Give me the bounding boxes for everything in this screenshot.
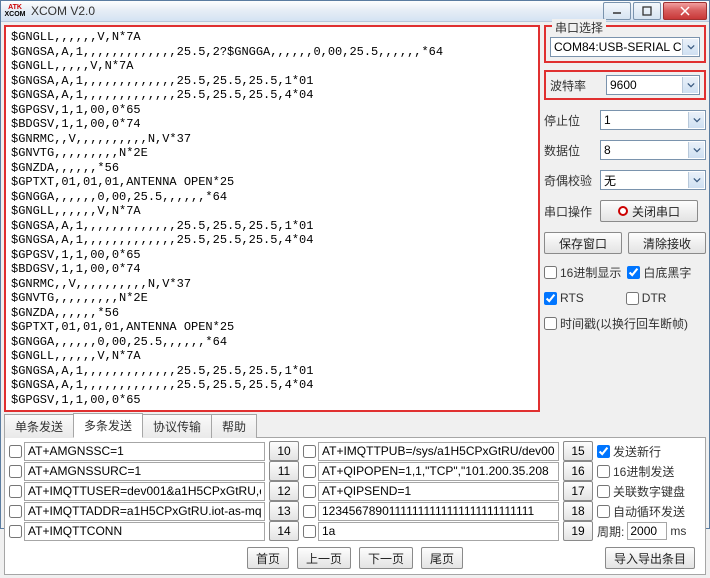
- multi-send-panel: 1015发送新行111616进制发送1217关联数字键盘1318自动循环发送14…: [4, 437, 706, 575]
- row-check-b[interactable]: [303, 465, 316, 478]
- send-num-b[interactable]: 19: [563, 521, 593, 541]
- clear-recv-button[interactable]: 清除接收: [628, 232, 706, 254]
- row-check-a[interactable]: [9, 525, 22, 538]
- send-text-a[interactable]: [24, 462, 265, 481]
- port-select[interactable]: COM84:USB-SERIAL CH34: [550, 37, 700, 57]
- row-check-a[interactable]: [9, 445, 22, 458]
- import-export-button[interactable]: 导入导出条目: [605, 547, 695, 569]
- tab-help[interactable]: 帮助: [211, 414, 257, 438]
- send-num-b[interactable]: 15: [563, 441, 593, 461]
- period-box: 周期: ms: [597, 522, 701, 540]
- chevron-down-icon: [688, 172, 704, 188]
- last-page-button[interactable]: 尾页: [421, 547, 463, 569]
- row-check-b[interactable]: [303, 485, 316, 498]
- dtr-check[interactable]: DTR: [626, 291, 667, 305]
- window-title: XCOM V2.0: [31, 4, 603, 18]
- row-check-a[interactable]: [9, 505, 22, 518]
- databit-select[interactable]: 8: [600, 140, 706, 160]
- send-num-b[interactable]: 16: [563, 461, 593, 481]
- tab-multi[interactable]: 多条发送: [73, 413, 143, 438]
- close-button[interactable]: [663, 2, 707, 20]
- record-icon: [618, 206, 628, 216]
- send-text-a[interactable]: [24, 442, 265, 461]
- row-check-b[interactable]: [303, 525, 316, 538]
- tab-single[interactable]: 单条发送: [4, 414, 74, 438]
- send-row: 11 1616进制发送: [9, 461, 701, 481]
- bottom-bar: 首页 上一页 下一页 尾页 导入导出条目: [9, 543, 701, 571]
- maximize-button[interactable]: [633, 2, 661, 20]
- next-page-button[interactable]: 下一页: [359, 547, 413, 569]
- side-panel: 串口选择 COM84:USB-SERIAL CH34 波特率 9600 停止位1…: [544, 25, 706, 412]
- send-row: 14 19周期: ms: [9, 521, 701, 541]
- row-check-a[interactable]: [9, 465, 22, 478]
- send-num-a[interactable]: 13: [269, 501, 299, 521]
- send-row: 13 18自动循环发送: [9, 501, 701, 521]
- send-row: 12 17关联数字键盘: [9, 481, 701, 501]
- send-num-a[interactable]: 10: [269, 441, 299, 461]
- stopbit-select[interactable]: 1: [600, 110, 706, 130]
- rts-check[interactable]: RTS: [544, 291, 584, 305]
- port-toggle-button[interactable]: 关闭串口: [600, 200, 698, 222]
- send-text-b[interactable]: [318, 462, 559, 481]
- right-check-0[interactable]: 发送新行: [597, 443, 701, 460]
- row-check-b[interactable]: [303, 505, 316, 518]
- period-input[interactable]: [627, 522, 667, 540]
- app-window: ATKXCOM XCOM V2.0 $GNGLL,,,,,,V,N*7A $GN…: [0, 0, 710, 529]
- send-text-b[interactable]: [318, 522, 559, 541]
- send-tabs: 单条发送 多条发送 协议传输 帮助: [4, 415, 706, 437]
- send-num-a[interactable]: 14: [269, 521, 299, 541]
- timestamp-check[interactable]: 时间戳(以换行回车断帧): [544, 315, 688, 332]
- minimize-button[interactable]: [603, 2, 631, 20]
- parity-select[interactable]: 无: [600, 170, 706, 190]
- send-text-b[interactable]: [318, 502, 559, 521]
- chevron-down-icon: [682, 39, 698, 55]
- baud-row: 波特率 9600: [544, 70, 706, 100]
- save-window-button[interactable]: 保存窗口: [544, 232, 622, 254]
- first-page-button[interactable]: 首页: [247, 547, 289, 569]
- tab-protocol[interactable]: 协议传输: [142, 414, 212, 438]
- receive-log[interactable]: $GNGLL,,,,,,V,N*7A $GNGSA,A,1,,,,,,,,,,,…: [4, 25, 540, 412]
- app-logo: ATKXCOM: [3, 1, 27, 21]
- send-num-a[interactable]: 11: [269, 461, 299, 481]
- send-num-b[interactable]: 18: [563, 501, 593, 521]
- chevron-down-icon: [688, 142, 704, 158]
- send-text-a[interactable]: [24, 502, 265, 521]
- hex-display-check[interactable]: 16进制显示: [544, 264, 621, 281]
- send-row: 10 15发送新行: [9, 441, 701, 461]
- white-black-check[interactable]: 白底黑字: [627, 264, 691, 281]
- group-title: 串口选择: [552, 19, 606, 36]
- send-text-b[interactable]: [318, 482, 559, 501]
- baud-select[interactable]: 9600: [606, 75, 700, 95]
- row-check-a[interactable]: [9, 485, 22, 498]
- row-check-b[interactable]: [303, 445, 316, 458]
- prev-page-button[interactable]: 上一页: [297, 547, 351, 569]
- send-num-b[interactable]: 17: [563, 481, 593, 501]
- chevron-down-icon: [688, 112, 704, 128]
- send-text-b[interactable]: [318, 442, 559, 461]
- chevron-down-icon: [682, 77, 698, 93]
- right-check-2[interactable]: 关联数字键盘: [597, 483, 701, 500]
- serial-port-group: 串口选择 COM84:USB-SERIAL CH34: [544, 25, 706, 63]
- send-text-a[interactable]: [24, 482, 265, 501]
- send-num-a[interactable]: 12: [269, 481, 299, 501]
- right-check-1[interactable]: 16进制发送: [597, 463, 701, 480]
- send-text-a[interactable]: [24, 522, 265, 541]
- right-check-3[interactable]: 自动循环发送: [597, 503, 701, 520]
